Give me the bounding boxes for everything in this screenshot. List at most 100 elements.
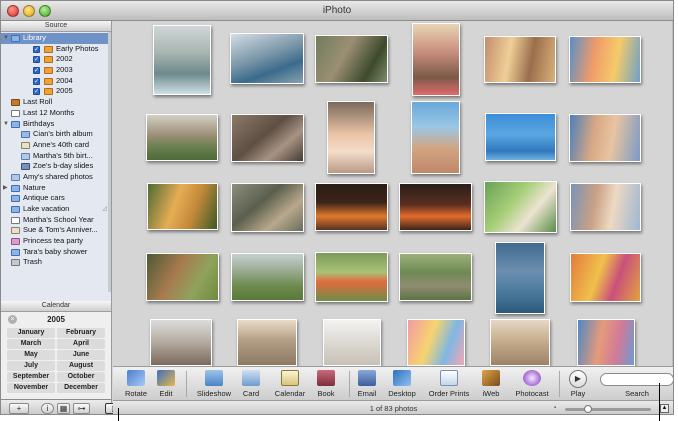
source-item-birthdays[interactable]: ▼ Birthdays [1,119,111,130]
disclosure-open-icon[interactable]: ▼ [3,33,9,44]
pink-album-icon [11,238,20,246]
edit-button[interactable]: Edit [143,370,189,400]
source-item-antique-cars[interactable]: Antique cars [1,193,111,204]
photo-thumbnail[interactable] [495,242,545,314]
source-item-cians-birth-album[interactable]: Cian's birth album [1,129,111,140]
month-november[interactable]: November [7,383,55,393]
photo-thumbnail[interactable] [411,101,460,174]
source-item-annes-40th-card[interactable]: Anne's 40th card [1,140,111,151]
month-january[interactable]: January [7,328,55,338]
checkbox-icon[interactable]: ✓ [33,45,40,53]
month-september[interactable]: September [7,372,55,382]
iweb-button[interactable]: iWeb [468,370,514,400]
play-icon: ▶ [569,370,587,388]
order-prints-button[interactable]: Order Prints [426,370,472,400]
photocast-button[interactable]: Photocast [509,370,555,400]
photo-thumbnail[interactable] [146,114,218,161]
source-item-label: Antique cars [23,193,65,203]
photo-grid-scrollbar[interactable] [672,21,673,366]
photo-thumbnail[interactable] [399,253,472,301]
photo-thumbnail[interactable] [147,183,218,230]
zoom-slider-knob[interactable] [584,405,592,413]
photo-thumbnail[interactable] [412,23,460,96]
photo-thumbnail[interactable] [315,252,388,302]
month-february[interactable]: February [57,328,105,338]
desktop-button[interactable]: Desktop [379,370,425,400]
play-button[interactable]: ▶ Play [555,370,601,400]
zoom-slider[interactable] [565,408,651,411]
source-item-label: Tara's baby shower [23,246,88,256]
month-june[interactable]: June [57,350,105,360]
photo-thumbnail[interactable] [315,35,388,83]
calendar-months: January February March April May June Ju… [7,328,105,393]
source-item-lake-vacation[interactable]: Lake vacation ◿ [1,204,111,215]
photo-thumbnail[interactable] [323,319,381,366]
photo-thumbnail[interactable] [407,319,465,366]
checkbox-icon[interactable]: ✓ [33,67,40,75]
photo-thumbnail[interactable] [570,253,641,302]
search-input[interactable] [600,373,673,386]
source-item-taras-baby-shower[interactable]: Tara's baby shower [1,247,111,258]
source-item-nature[interactable]: ▶ Nature [1,183,111,194]
photo-thumbnail[interactable] [315,183,388,231]
photo-thumbnail[interactable] [484,181,557,233]
month-july[interactable]: July [7,361,55,371]
source-item-sue-toms-anniversary[interactable]: Sue & Tom's Anniver... [1,225,111,236]
photo-thumbnail[interactable] [231,114,304,162]
disclosure-open-icon[interactable]: ▼ [3,119,9,130]
source-item-library[interactable]: ▼ Library [1,33,111,44]
book-icon [317,370,335,386]
source-item-2003[interactable]: ✓ 2003 [1,65,111,76]
source-item-marthas-5th-birthday[interactable]: Martha's 5th birt... [1,151,111,162]
photo-thumbnail[interactable] [490,319,550,366]
keywords-button[interactable]: ⊶ [73,403,90,414]
photo-thumbnail[interactable] [485,113,556,161]
source-item-last-12-months[interactable]: Last 12 Months [1,108,111,119]
add-album-button[interactable]: + [9,403,29,414]
photo-thumbnail[interactable] [231,253,304,301]
photo-thumbnail[interactable] [569,114,641,162]
photo-thumbnail[interactable] [577,319,635,366]
source-item-label: Last 12 Months [23,107,75,117]
source-item-label: 2004 [56,75,73,85]
photo-thumbnail[interactable] [484,36,556,83]
month-march[interactable]: March [7,339,55,349]
month-december[interactable]: December [57,383,105,393]
source-item-2005[interactable]: ✓ 2005 [1,86,111,97]
book-button[interactable]: Book [303,370,349,400]
source-item-princess-tea-party[interactable]: Princess tea party [1,236,111,247]
month-may[interactable]: May [7,350,55,360]
month-october[interactable]: October [57,372,105,382]
photo-thumbnail[interactable] [570,183,641,231]
photo-thumbnail[interactable] [153,25,211,95]
disclosure-closed-icon[interactable]: ▶ [3,183,8,194]
photo-thumbnail[interactable] [399,183,472,231]
source-item-zoes-bday-slides[interactable]: Zoe's b-day slides [1,161,111,172]
info-button[interactable]: i [41,403,54,414]
photo-thumbnail[interactable] [230,33,304,84]
photo-thumbnail[interactable] [150,319,212,366]
calendar-year[interactable]: 2005 [1,315,111,324]
source-item-trash[interactable]: Trash [1,257,111,268]
source-item-last-roll[interactable]: Last Roll [1,97,111,108]
source-item-label: 2002 [56,54,73,64]
calendar-toggle-button[interactable]: ▦ [57,403,70,414]
source-item-marthas-school-year[interactable]: Martha's School Year [1,215,111,226]
photo-thumbnail[interactable] [237,319,297,366]
source-item-early-photos[interactable]: ✓ Early Photos [1,44,111,55]
calendar-icon [11,216,20,224]
photo-thumbnail[interactable] [231,183,304,232]
source-item-2004[interactable]: ✓ 2004 [1,76,111,87]
source-item-2002[interactable]: ✓ 2002 [1,54,111,65]
source-item-label: Last Roll [23,97,53,107]
photo-thumbnail[interactable] [569,36,641,83]
photo-thumbnail[interactable] [146,253,219,301]
month-august[interactable]: August [57,361,105,371]
source-scrollbar[interactable] [108,32,111,292]
month-april[interactable]: April [57,339,105,349]
checkbox-icon[interactable]: ✓ [33,56,40,64]
photo-thumbnail[interactable] [327,101,375,174]
source-item-amys-shared-photos[interactable]: Amy's shared photos [1,172,111,183]
checkbox-icon[interactable]: ✓ [33,77,40,85]
checkbox-icon[interactable]: ✓ [33,88,40,96]
